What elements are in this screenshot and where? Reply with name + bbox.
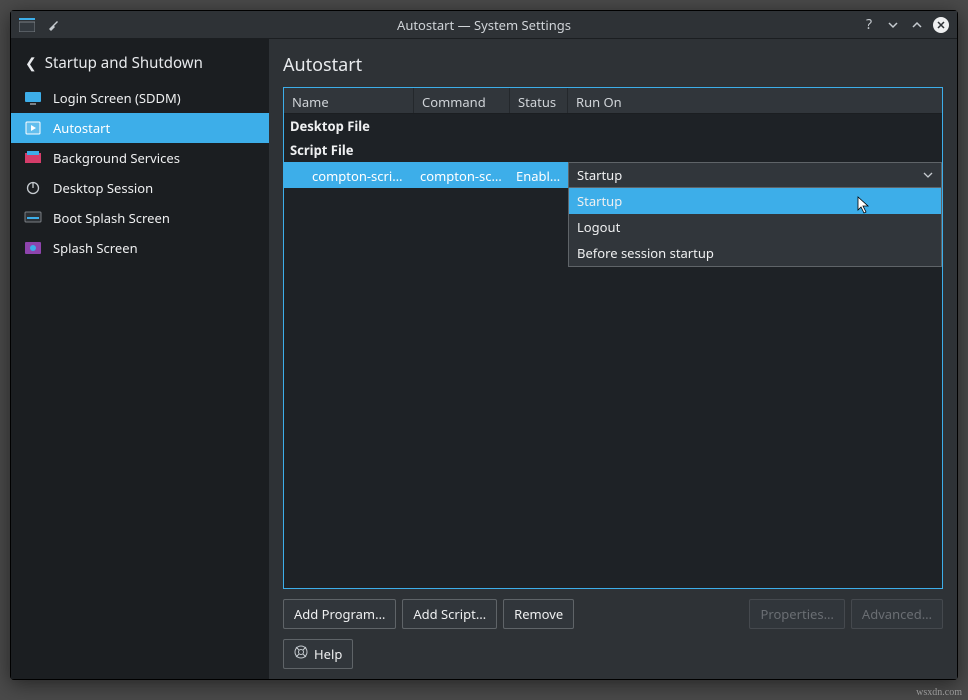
titlebar[interactable]: Autostart — System Settings ? <box>11 11 957 39</box>
services-icon <box>23 149 43 167</box>
sidebar-item-label: Background Services <box>53 149 180 167</box>
runon-select[interactable]: Startup Startup Logout Before session st… <box>568 162 942 188</box>
sidebar-back[interactable]: ❮ Startup and Shutdown <box>11 39 269 83</box>
col-name[interactable]: Name <box>284 88 414 113</box>
close-icon[interactable] <box>933 17 949 33</box>
cell-command: compton-scri… <box>414 162 510 188</box>
window-title: Autostart — System Settings <box>11 16 957 34</box>
help-button-label: Help <box>314 645 342 663</box>
tree-indent <box>284 162 306 188</box>
chevron-down-icon <box>923 166 933 184</box>
sidebar-item-desktop-session[interactable]: Desktop Session <box>11 173 269 203</box>
pin-icon[interactable] <box>45 17 61 33</box>
power-icon <box>23 179 43 197</box>
runon-dropdown: Startup Logout Before session startup <box>568 187 942 267</box>
maximize-icon[interactable] <box>909 17 925 33</box>
sidebar-header-label: Startup and Shutdown <box>45 53 203 73</box>
sidebar-item-label: Boot Splash Screen <box>53 209 170 227</box>
minimize-icon[interactable] <box>885 17 901 33</box>
help-icon[interactable]: ? <box>861 17 877 33</box>
remove-button[interactable]: Remove <box>503 599 574 629</box>
sidebar-item-label: Login Screen (SDDM) <box>53 89 181 107</box>
dropdown-item-logout[interactable]: Logout <box>569 214 941 240</box>
add-program-button[interactable]: Add Program… <box>283 599 396 629</box>
sidebar-item-label: Splash Screen <box>53 239 138 257</box>
autostart-table: Name Command Status Run On Desktop File … <box>283 87 943 589</box>
sidebar-item-background-services[interactable]: Background Services <box>11 143 269 173</box>
sidebar-item-label: Autostart <box>53 119 110 137</box>
sidebar: ❮ Startup and Shutdown Login Screen (SDD… <box>11 39 269 679</box>
section-desktop-file[interactable]: Desktop File <box>284 114 942 138</box>
page-title: Autostart <box>283 53 943 77</box>
sidebar-item-boot-splash[interactable]: Boot Splash Screen <box>11 203 269 233</box>
properties-button: Properties… <box>749 599 844 629</box>
table-row[interactable]: compton-script.sh compton-scri… Enabled … <box>284 162 942 188</box>
help-button[interactable]: Help <box>283 639 353 669</box>
runon-selected-value: Startup <box>577 166 622 184</box>
watermark: wsxdn.com <box>916 687 962 698</box>
lifebuoy-icon <box>294 645 308 663</box>
cell-status: Enabled <box>510 162 568 188</box>
boot-splash-icon <box>23 209 43 227</box>
app-icon <box>19 17 35 33</box>
monitor-icon <box>23 89 43 107</box>
main-panel: Autostart Name Command Status Run On Des… <box>269 39 957 679</box>
sidebar-item-label: Desktop Session <box>53 179 153 197</box>
sidebar-item-autostart[interactable]: Autostart <box>11 113 269 143</box>
advanced-button: Advanced… <box>851 599 943 629</box>
chevron-left-icon: ❮ <box>25 54 37 73</box>
add-script-button[interactable]: Add Script… <box>402 599 497 629</box>
col-status[interactable]: Status <box>510 88 568 113</box>
col-runon[interactable]: Run On <box>568 88 942 113</box>
sidebar-item-login-screen[interactable]: Login Screen (SDDM) <box>11 83 269 113</box>
cell-name: compton-script.sh <box>306 162 414 188</box>
sidebar-item-splash-screen[interactable]: Splash Screen <box>11 233 269 263</box>
button-row: Add Program… Add Script… Remove Properti… <box>283 599 943 629</box>
dropdown-item-startup[interactable]: Startup <box>569 188 941 214</box>
col-command[interactable]: Command <box>414 88 510 113</box>
dropdown-item-before-session[interactable]: Before session startup <box>569 240 941 266</box>
table-header: Name Command Status Run On <box>284 88 942 114</box>
play-icon <box>23 119 43 137</box>
window: Autostart — System Settings ? ❮ Startup … <box>10 10 958 680</box>
splash-icon <box>23 239 43 257</box>
section-script-file[interactable]: Script File <box>284 138 942 162</box>
